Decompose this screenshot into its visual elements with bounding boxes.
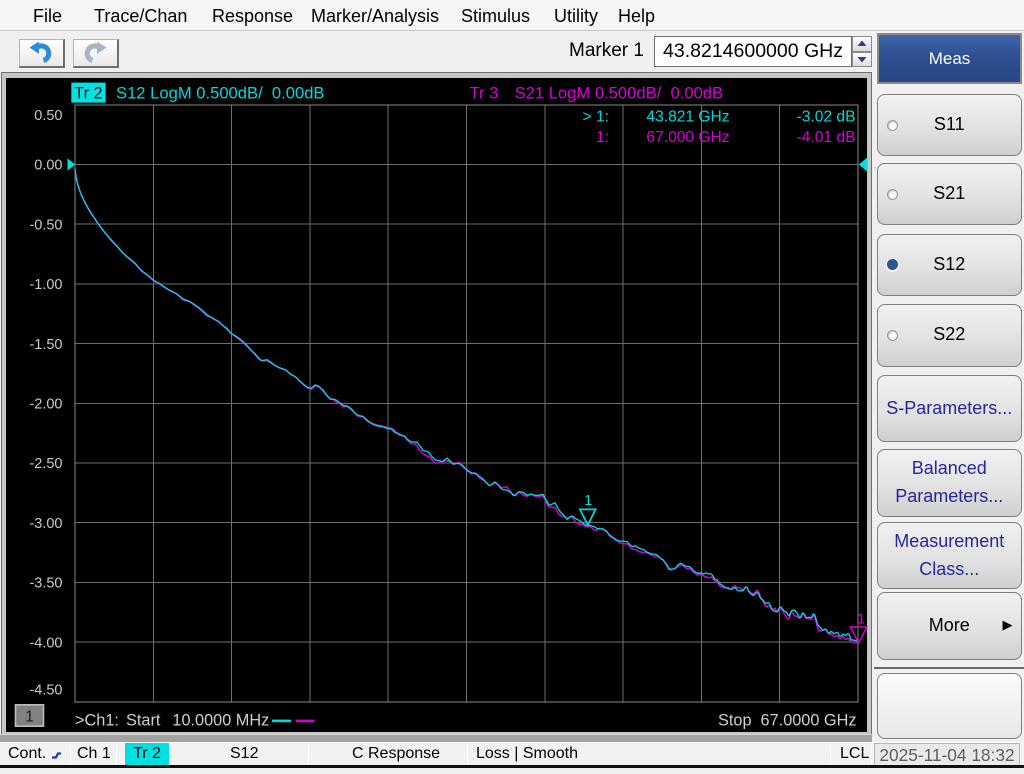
svg-text:>Ch1:: >Ch1: (75, 712, 119, 730)
svg-text:S12 LogM 0.500dB/ 0.00dB: S12 LogM 0.500dB/ 0.00dB (116, 84, 325, 103)
svg-text:0.50: 0.50 (34, 108, 62, 124)
svg-text:S21 LogM 0.500dB/ 0.00dB: S21 LogM 0.500dB/ 0.00dB (515, 84, 724, 103)
svg-text:-4.01 dB: -4.01 dB (797, 129, 856, 146)
svg-text:1:: 1: (596, 129, 609, 146)
svg-text:-0.50: -0.50 (29, 217, 62, 233)
svg-text:-4.00: -4.00 (29, 635, 62, 651)
svg-text:1: 1 (857, 612, 865, 628)
svg-text:Tr 3: Tr 3 (470, 84, 499, 103)
svg-text:1: 1 (25, 709, 34, 726)
svg-text:10.0000 MHz: 10.0000 MHz (172, 712, 269, 730)
svg-text:-2.50: -2.50 (29, 456, 62, 472)
svg-text:1: 1 (584, 493, 592, 509)
svg-text:43.821 GHz: 43.821 GHz (646, 109, 729, 126)
svg-text:-2.00: -2.00 (29, 397, 62, 413)
svg-text:Tr 2: Tr 2 (74, 85, 102, 103)
svg-text:Stop 67.0000 GHz: Stop 67.0000 GHz (718, 712, 856, 730)
svg-text:0.00: 0.00 (34, 158, 62, 174)
svg-text:> 1:: > 1: (583, 109, 609, 126)
svg-text:-3.02 dB: -3.02 dB (797, 109, 856, 126)
svg-text:-3.00: -3.00 (29, 516, 62, 532)
svg-text:-4.50: -4.50 (29, 683, 62, 699)
svg-text:67.000 GHz: 67.000 GHz (646, 129, 729, 146)
svg-text:-1.50: -1.50 (29, 337, 62, 353)
svg-text:-1.00: -1.00 (29, 277, 62, 293)
svg-text:-3.50: -3.50 (29, 576, 62, 592)
svg-text:Start: Start (126, 712, 161, 730)
